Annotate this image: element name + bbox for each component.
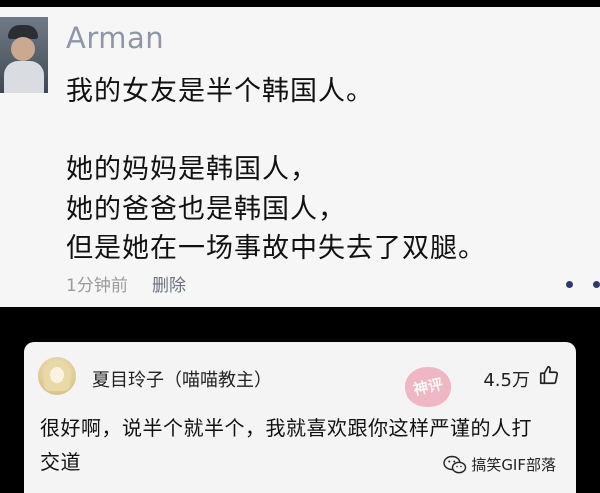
avatar-face	[50, 367, 64, 383]
post-author-name[interactable]: Arman	[66, 21, 164, 55]
comment-card: 夏目玲子（喵喵教主） 神评 4.5万 很好啊，说半个就半个，我就喜欢跟你这样严谨…	[24, 342, 576, 493]
comment-text-line: 交道	[40, 450, 81, 474]
post-text-line: 她的爸爸也是韩国人，	[66, 194, 346, 225]
delete-button[interactable]: 删除	[152, 271, 186, 296]
wechat-icon	[443, 455, 467, 473]
post-text-line: 她的妈妈是韩国人，	[66, 154, 318, 185]
avatar-face	[11, 37, 35, 61]
comment-text-line: 很好啊，说半个就半个，我就喜欢跟你这样严谨的人打	[40, 416, 532, 440]
more-dots-icon[interactable]	[566, 281, 600, 289]
commenter-avatar[interactable]	[38, 357, 76, 395]
post-timestamp: 1分钟前	[66, 276, 128, 296]
screenshot: Arman 我的女友是半个韩国人。 她的妈妈是韩国人， 她的爸爸也是韩国人， 但…	[0, 0, 600, 493]
dot	[593, 281, 600, 288]
post-text-line: 我的女友是半个韩国人。	[66, 76, 374, 107]
dot	[566, 281, 573, 288]
hot-comment-stamp: 神评	[402, 364, 454, 410]
post-card: Arman 我的女友是半个韩国人。 她的妈妈是韩国人， 她的爸爸也是韩国人， 但…	[0, 7, 600, 307]
thumb-up-icon[interactable]	[538, 364, 560, 386]
commenter-name[interactable]: 夏目玲子（喵喵教主）	[92, 366, 272, 392]
watermark: 搞笑GIF部落	[443, 454, 556, 475]
author-avatar[interactable]	[0, 17, 48, 93]
avatar-body	[4, 61, 44, 93]
post-text-line: 但是她在一场事故中失去了双腿。	[66, 233, 486, 264]
like-count: 4.5万	[483, 370, 530, 391]
watermark-label: 搞笑GIF部落	[471, 456, 556, 474]
